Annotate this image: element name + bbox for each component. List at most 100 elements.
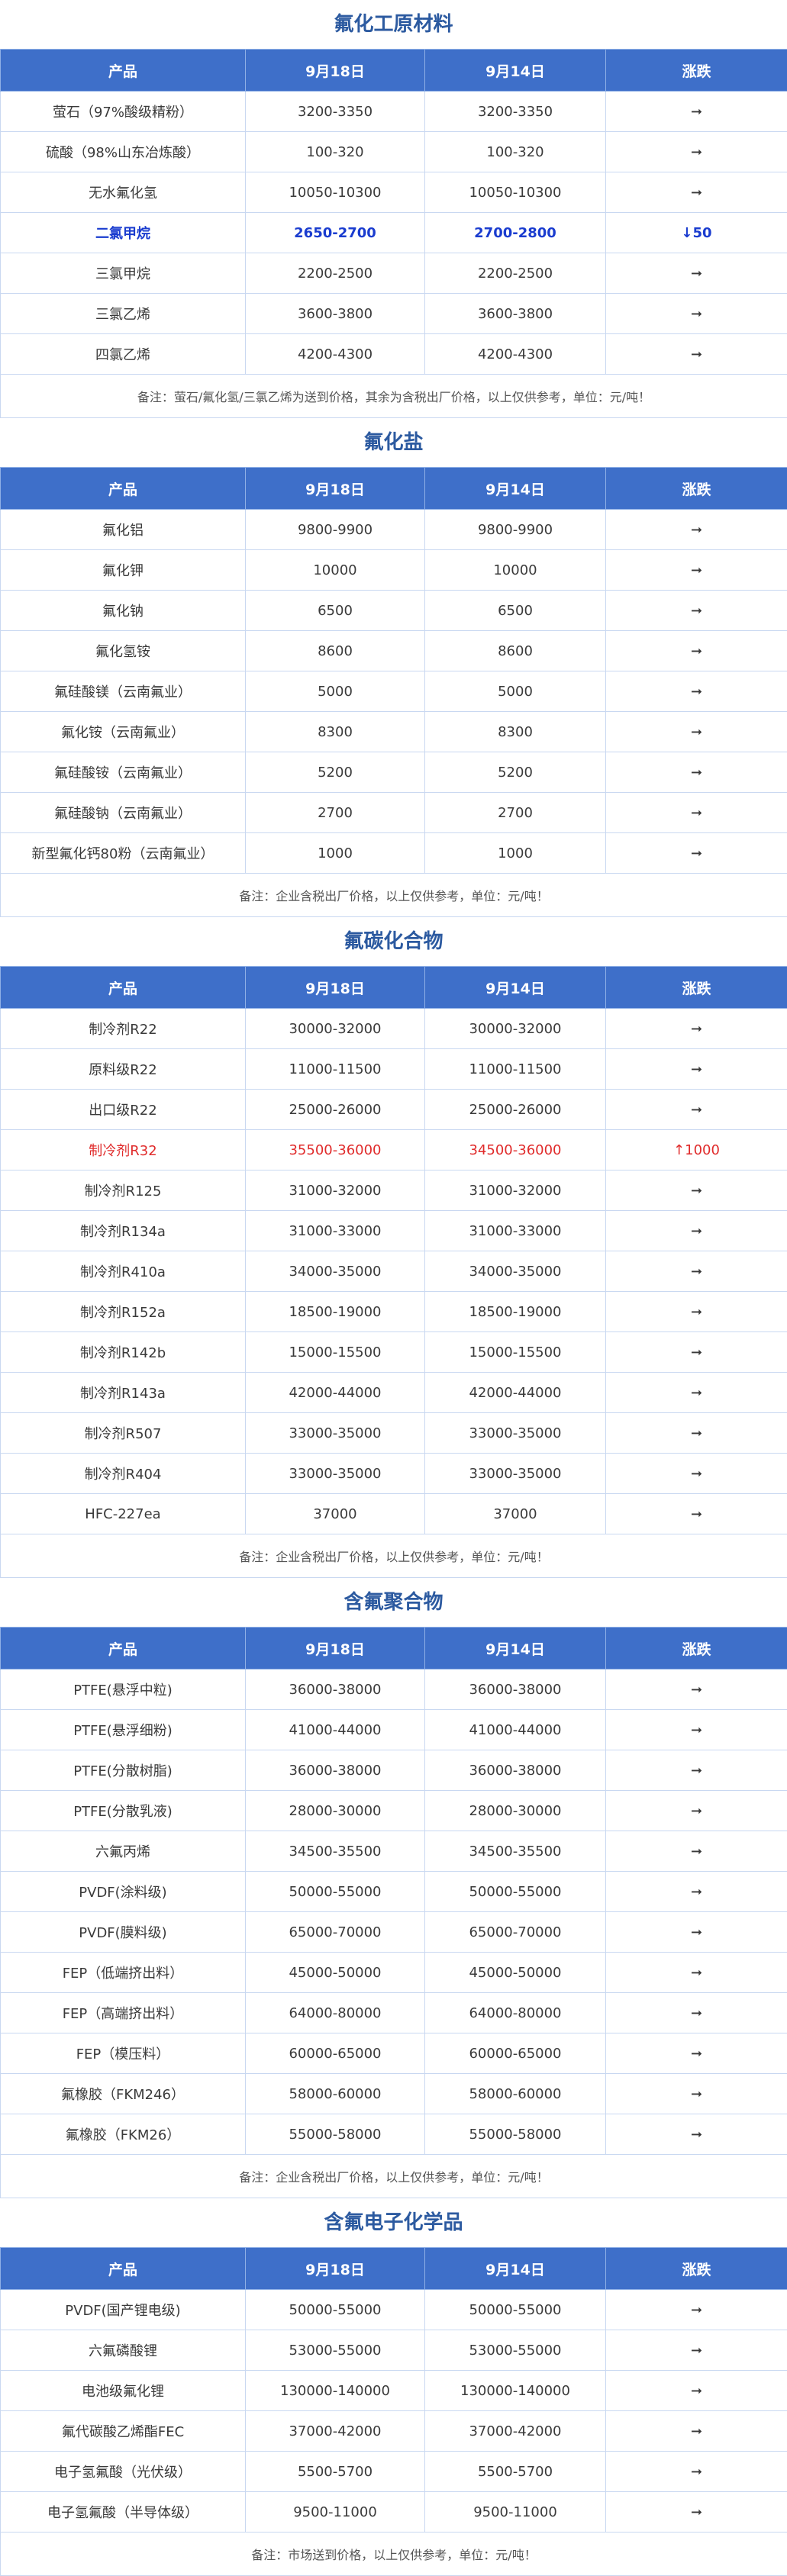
price-date-2-cell: 64000-80000 <box>425 1993 606 2033</box>
change-cell: ➞ <box>606 132 787 172</box>
price-date-1-cell: 5500-5700 <box>246 2452 425 2492</box>
product-cell: FEP（低端挤出料） <box>1 1953 246 1993</box>
table-row: HFC-227ea3700037000➞ <box>1 1494 787 1534</box>
note-row: 备注：企业含税出厂价格，以上仅供参考，单位：元/吨！ <box>1 874 787 917</box>
table-row: 制冷剂R152a18500-1900018500-19000➞ <box>1 1292 787 1332</box>
table-header-row: 产品9月18日9月14日涨跌 <box>1 2248 787 2290</box>
price-date-1-cell: 31000-33000 <box>246 1211 425 1251</box>
price-date-1-cell: 35500-36000 <box>246 1130 425 1170</box>
header-date-1: 9月18日 <box>246 2248 425 2290</box>
price-date-1-cell: 65000-70000 <box>246 1912 425 1953</box>
price-table: 产品9月18日9月14日涨跌萤石（97%酸级精粉）3200-33503200-3… <box>0 49 787 418</box>
header-product: 产品 <box>1 967 246 1009</box>
change-cell: ➞ <box>606 631 787 671</box>
note-row: 备注：萤石/氟化氢/三氯乙烯为送到价格，其余为含税出厂价格，以上仅供参考，单位：… <box>1 375 787 418</box>
price-date-1-cell: 18500-19000 <box>246 1292 425 1332</box>
table-row: 氟橡胶（FKM246）58000-6000058000-60000➞ <box>1 2074 787 2114</box>
table-row: FEP（模压料）60000-6500060000-65000➞ <box>1 2033 787 2074</box>
change-cell: ➞ <box>606 591 787 631</box>
table-row: 六氟丙烯34500-3550034500-35500➞ <box>1 1831 787 1872</box>
table-header-row: 产品9月18日9月14日涨跌 <box>1 50 787 92</box>
table-row: PVDF(涂料级)50000-5500050000-55000➞ <box>1 1872 787 1912</box>
product-cell: 三氯甲烷 <box>1 253 246 294</box>
table-note: 备注：企业含税出厂价格，以上仅供参考，单位：元/吨！ <box>1 874 787 917</box>
table-row: PTFE(悬浮细粉)41000-4400041000-44000➞ <box>1 1710 787 1750</box>
product-cell: HFC-227ea <box>1 1494 246 1534</box>
product-cell: 制冷剂R22 <box>1 1009 246 1049</box>
product-cell: 出口级R22 <box>1 1090 246 1130</box>
price-table: 产品9月18日9月14日涨跌制冷剂R2230000-3200030000-320… <box>0 966 787 1578</box>
change-cell: ↑1000 <box>606 1130 787 1170</box>
price-date-2-cell: 41000-44000 <box>425 1710 606 1750</box>
section-3: 氟碳化合物产品9月18日9月14日涨跌制冷剂R2230000-320003000… <box>0 917 787 1578</box>
table-row: 二氯甲烷2650-27002700-2800↓50 <box>1 213 787 253</box>
header-date-1: 9月18日 <box>246 50 425 92</box>
price-date-1-cell: 60000-65000 <box>246 2033 425 2074</box>
price-date-2-cell: 2700 <box>425 793 606 833</box>
product-cell: 制冷剂R143a <box>1 1373 246 1413</box>
table-row: 制冷剂R12531000-3200031000-32000➞ <box>1 1170 787 1211</box>
product-cell: 制冷剂R134a <box>1 1211 246 1251</box>
table-row: 制冷剂R410a34000-3500034000-35000➞ <box>1 1251 787 1292</box>
price-date-2-cell: 15000-15500 <box>425 1332 606 1373</box>
price-date-1-cell: 3200-3350 <box>246 92 425 132</box>
price-date-1-cell: 33000-35000 <box>246 1413 425 1454</box>
change-cell: ➞ <box>606 2074 787 2114</box>
product-cell: 制冷剂R125 <box>1 1170 246 1211</box>
price-date-1-cell: 9500-11000 <box>246 2492 425 2533</box>
price-date-1-cell: 34500-35500 <box>246 1831 425 1872</box>
price-date-2-cell: 45000-50000 <box>425 1953 606 1993</box>
note-row: 备注：企业含税出厂价格，以上仅供参考，单位：元/吨！ <box>1 2155 787 2198</box>
price-date-2-cell: 28000-30000 <box>425 1791 606 1831</box>
table-row: 氟化铵（云南氟业）83008300➞ <box>1 712 787 752</box>
table-row: FEP（低端挤出料）45000-5000045000-50000➞ <box>1 1953 787 1993</box>
change-cell: ➞ <box>606 2411 787 2452</box>
product-cell: 无水氟化氢 <box>1 172 246 213</box>
price-date-2-cell: 2200-2500 <box>425 253 606 294</box>
section-title: 含氟电子化学品 <box>0 2198 787 2247</box>
table-note: 备注：萤石/氟化氢/三氯乙烯为送到价格，其余为含税出厂价格，以上仅供参考，单位：… <box>1 375 787 418</box>
table-row: PTFE(分散树脂)36000-3800036000-38000➞ <box>1 1750 787 1791</box>
product-cell: 三氯乙烯 <box>1 294 246 334</box>
change-cell: ➞ <box>606 671 787 712</box>
price-date-1-cell: 2700 <box>246 793 425 833</box>
product-cell: 氟化氢铵 <box>1 631 246 671</box>
change-cell: ➞ <box>606 510 787 550</box>
header-change: 涨跌 <box>606 2248 787 2290</box>
product-cell: 电子氢氟酸（半导体级） <box>1 2492 246 2533</box>
price-date-1-cell: 100-320 <box>246 132 425 172</box>
change-cell: ➞ <box>606 1373 787 1413</box>
product-cell: 氟硅酸铵（云南氟业） <box>1 752 246 793</box>
change-cell: ➞ <box>606 253 787 294</box>
table-row: PTFE(分散乳液)28000-3000028000-30000➞ <box>1 1791 787 1831</box>
price-date-1-cell: 4200-4300 <box>246 334 425 375</box>
table-row: PVDF(膜料级)65000-7000065000-70000➞ <box>1 1912 787 1953</box>
header-date-2: 9月14日 <box>425 50 606 92</box>
product-cell: 制冷剂R410a <box>1 1251 246 1292</box>
header-change: 涨跌 <box>606 468 787 510</box>
price-date-1-cell: 37000 <box>246 1494 425 1534</box>
price-date-1-cell: 3600-3800 <box>246 294 425 334</box>
table-row: 氟橡胶（FKM26）55000-5800055000-58000➞ <box>1 2114 787 2155</box>
header-product: 产品 <box>1 50 246 92</box>
header-date-2: 9月14日 <box>425 1628 606 1670</box>
table-row: 制冷剂R143a42000-4400042000-44000➞ <box>1 1373 787 1413</box>
table-row: 四氯乙烯4200-43004200-4300➞ <box>1 334 787 375</box>
table-row: 三氯乙烯3600-38003600-3800➞ <box>1 294 787 334</box>
change-cell: ➞ <box>606 1009 787 1049</box>
price-date-1-cell: 36000-38000 <box>246 1670 425 1710</box>
price-date-2-cell: 65000-70000 <box>425 1912 606 1953</box>
price-date-1-cell: 37000-42000 <box>246 2411 425 2452</box>
price-date-1-cell: 58000-60000 <box>246 2074 425 2114</box>
price-date-2-cell: 10000 <box>425 550 606 591</box>
product-cell: 制冷剂R152a <box>1 1292 246 1332</box>
product-cell: 萤石（97%酸级精粉） <box>1 92 246 132</box>
price-date-2-cell: 34500-36000 <box>425 1130 606 1170</box>
table-row: 制冷剂R134a31000-3300031000-33000➞ <box>1 1211 787 1251</box>
change-cell: ➞ <box>606 2033 787 2074</box>
header-date-2: 9月14日 <box>425 967 606 1009</box>
product-cell: 氟硅酸镁（云南氟业） <box>1 671 246 712</box>
price-date-1-cell: 34000-35000 <box>246 1251 425 1292</box>
price-date-2-cell: 33000-35000 <box>425 1413 606 1454</box>
product-cell: 氟化钾 <box>1 550 246 591</box>
